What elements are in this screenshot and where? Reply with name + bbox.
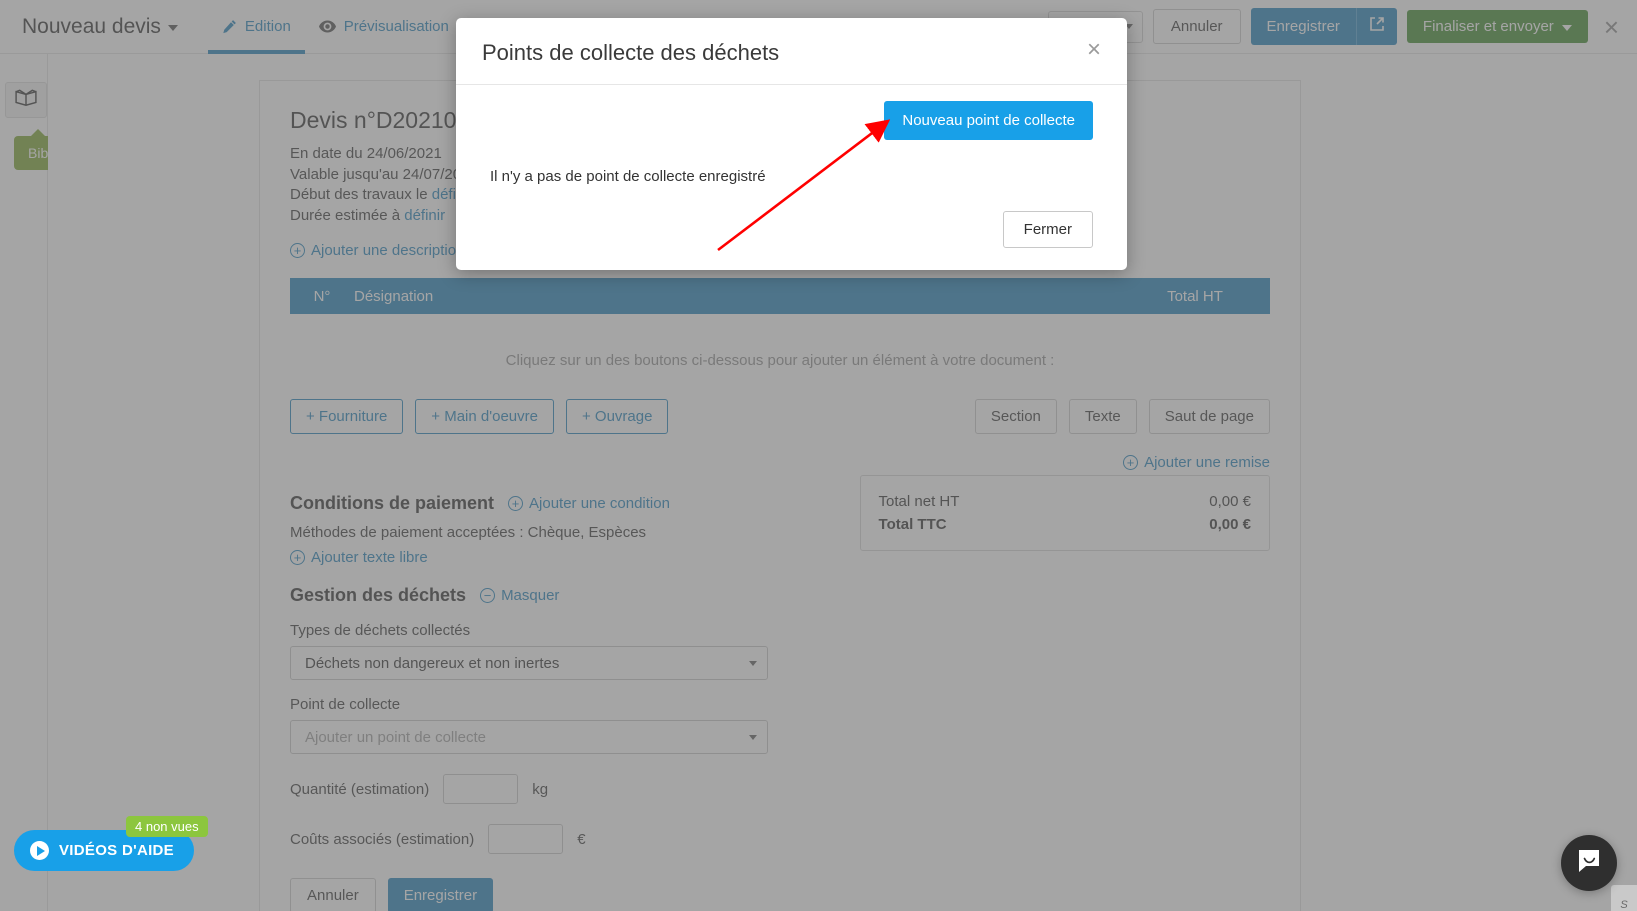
resize-corner-handle[interactable]: S: [1611, 885, 1637, 911]
play-icon: [30, 841, 49, 860]
modal-close-icon[interactable]: ×: [1087, 37, 1101, 61]
modal-footer: Fermer: [490, 211, 1093, 248]
modal-close-button[interactable]: Fermer: [1002, 211, 1093, 248]
collection-points-modal: Points de collecte des déchets × Nouveau…: [456, 18, 1127, 270]
help-videos-label: VIDÉOS D'AIDE: [59, 842, 174, 859]
modal-body: Nouveau point de collecte Il n'y a pas d…: [456, 85, 1127, 270]
chat-bubble-smile-icon: [1575, 847, 1603, 880]
modal-title: Points de collecte des déchets: [482, 40, 780, 65]
new-collection-point-button[interactable]: Nouveau point de collecte: [884, 101, 1093, 140]
help-video-badge: 4 non vues: [126, 816, 208, 837]
modal-empty-message: Il n'y a pas de point de collecte enregi…: [490, 168, 766, 185]
app-window: Nouveau devis Edition Prévisualisation A: [0, 0, 1637, 911]
chat-launcher-button[interactable]: [1561, 835, 1617, 891]
new-point-wrap: Nouveau point de collecte: [490, 101, 1093, 140]
modal-header: Points de collecte des déchets ×: [456, 18, 1127, 85]
